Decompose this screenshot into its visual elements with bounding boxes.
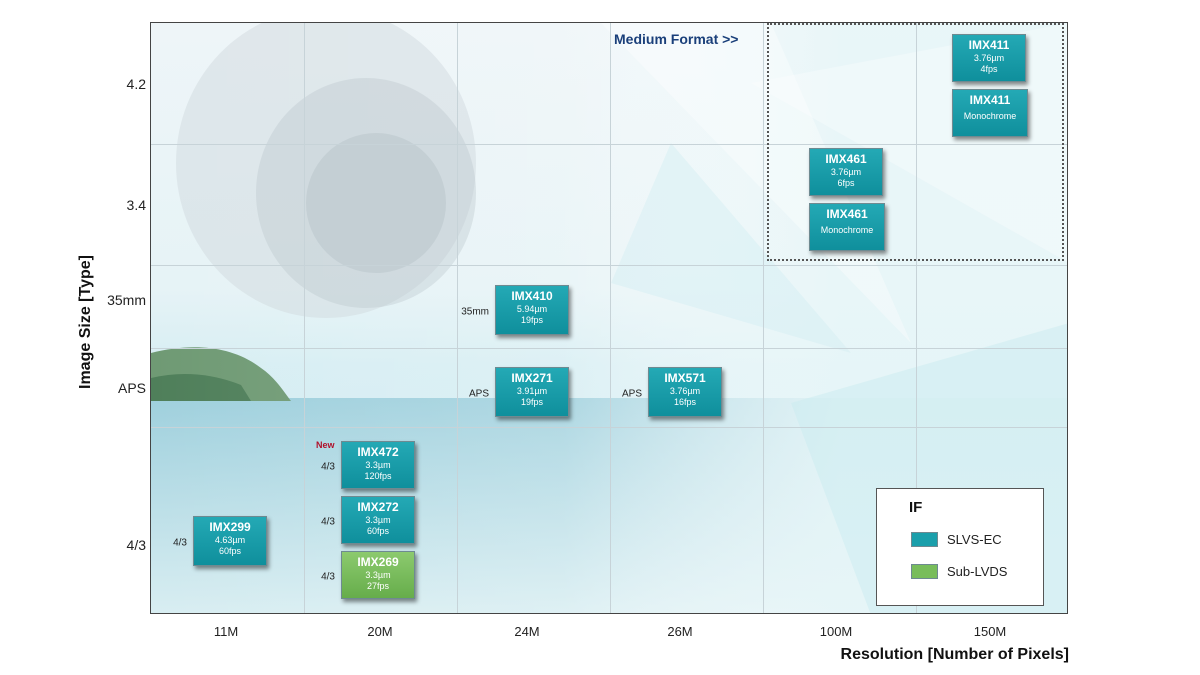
grid-line-horizontal [151, 348, 1067, 349]
x-tick-label: 100M [819, 624, 853, 639]
sensor-spec: 3.3µm [365, 515, 391, 525]
sensor-card-imx272: IMX272 3.3µm 60fps [341, 496, 415, 544]
legend-swatch [911, 564, 938, 579]
sensor-spec: Monochrome [963, 111, 1017, 121]
new-badge: New [316, 440, 335, 450]
sensor-spec: 4fps [980, 64, 998, 74]
grid-line-vertical [763, 23, 764, 613]
sensor-spec: 19fps [520, 397, 544, 407]
sensor-card-imx461: IMX461 3.76µm 6fps [809, 148, 883, 196]
legend-title: IF [909, 499, 923, 516]
x-tick-label: 11M [213, 624, 239, 639]
sensor-name: IMX472 [357, 445, 399, 459]
sensor-spec: 16fps [673, 397, 697, 407]
y-tick-label: 3.4 [126, 197, 146, 213]
sensor-size-tag: 4/3 [321, 461, 335, 473]
sensor-card-imx571: IMX571 3.76µm 16fps [648, 367, 722, 417]
sensor-card-imx472: IMX472 3.3µm 120fps [341, 441, 415, 489]
legend-swatch [911, 532, 938, 547]
medium-format-label: Medium Format >> [614, 31, 739, 47]
sensor-name: IMX461 [825, 152, 867, 166]
x-tick-label: 26M [667, 624, 693, 639]
sensor-size-tag: 4/3 [321, 516, 335, 528]
x-tick-label: 20M [367, 624, 393, 639]
sensor-card-imx411: IMX411 Monochrome [952, 89, 1028, 137]
sensor-spec: 60fps [366, 526, 390, 536]
x-tick-label: 150M [973, 624, 1007, 639]
sensor-spec: 3.76µm [973, 53, 1005, 63]
x-axis-label: Resolution [Number of Pixels] [840, 646, 1069, 663]
sensor-spec: 3.3µm [365, 570, 391, 580]
sensor-name: IMX411 [969, 93, 1011, 107]
grid-line-horizontal [151, 427, 1067, 428]
legend-label: Sub-LVDS [947, 564, 1008, 579]
sensor-size-tag: APS [621, 388, 642, 400]
sensor-spec: 3.76µm [669, 386, 701, 396]
grid-line-horizontal [151, 265, 1067, 266]
sensor-card-imx461: IMX461 Monochrome [809, 203, 885, 251]
sensor-name: IMX410 [511, 289, 553, 303]
sensor-spec: 27fps [366, 581, 390, 591]
sensor-spec: 6fps [837, 178, 855, 188]
sensor-card-imx271: IMX271 3.91µm 19fps [495, 367, 569, 417]
y-tick-label: 4/3 [126, 537, 146, 553]
sensor-card-imx269: IMX269 3.3µm 27fps [341, 551, 415, 599]
grid-line-vertical [457, 23, 458, 613]
sensor-name: IMX272 [357, 500, 399, 514]
sensor-spec: 120fps [364, 471, 392, 481]
y-tick-label: 35mm [107, 292, 146, 308]
sensor-size-tag: 35mm [461, 306, 489, 318]
y-tick-label: APS [117, 380, 146, 396]
legend: IF SLVS-EC Sub-LVDS [876, 488, 1044, 606]
sensor-name: IMX299 [209, 520, 251, 534]
grid-line-vertical [610, 23, 611, 613]
legend-label: SLVS-EC [947, 532, 1002, 547]
sensor-spec: 19fps [520, 315, 544, 325]
x-tick-label: 24M [514, 624, 540, 639]
sensor-spec: 3.76µm [830, 167, 862, 177]
sensor-spec: Monochrome [820, 225, 874, 235]
sensor-spec: 4.63µm [214, 535, 246, 545]
sensor-spec: 5.94µm [516, 304, 548, 314]
sensor-name: IMX571 [664, 371, 706, 385]
y-axis-label: Image Size [Type] [77, 255, 94, 389]
y-tick-label: 4.2 [126, 76, 146, 92]
sensor-size-tag: 4/3 [173, 537, 187, 549]
sensor-name: IMX461 [826, 207, 868, 221]
sensor-card-imx299: IMX299 4.63µm 60fps [193, 516, 267, 566]
sensor-name: IMX411 [968, 38, 1010, 52]
sensor-card-imx411: IMX411 3.76µm 4fps [952, 34, 1026, 82]
sensor-spec: 3.3µm [365, 460, 391, 470]
sensor-spec: 60fps [218, 546, 242, 556]
sensor-name: IMX271 [511, 371, 553, 385]
sensor-size-tag: APS [468, 388, 489, 400]
sensor-size-tag: 4/3 [321, 571, 335, 583]
sensor-name: IMX269 [357, 555, 399, 569]
sensor-spec: 3.91µm [516, 386, 548, 396]
sensor-card-imx410: IMX410 5.94µm 19fps [495, 285, 569, 335]
